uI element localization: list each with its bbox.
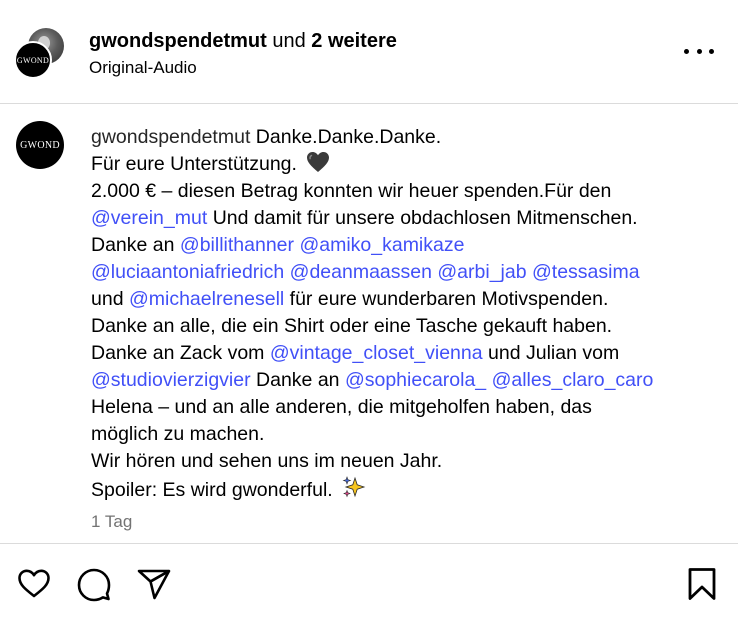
heart-icon — [18, 569, 50, 598]
mention-link[interactable]: @amiko_kamikaze — [299, 234, 464, 256]
share-button[interactable] — [136, 566, 172, 602]
caption-text: Spoiler: Es wird gwonderful. — [91, 479, 333, 501]
mention-link[interactable]: @michaelrenesell — [129, 288, 284, 310]
post-header: GWOND gwondspendetmut und 2 weitere Orig… — [0, 0, 738, 104]
caption-line: Danke an Zack vom @vintage_closet_vienna… — [91, 340, 721, 367]
caption-line: 2.000 € – diesen Betrag konnten wir heue… — [91, 178, 721, 205]
caption-line: @verein_mut Und damit für unsere obdachl… — [91, 205, 721, 232]
post-timestamp[interactable]: 1 Tag — [91, 512, 132, 532]
caption-avatar[interactable]: GWOND — [16, 121, 64, 169]
caption-text: und — [91, 288, 124, 310]
caption-avatar-logo-text: GWOND — [20, 139, 60, 151]
bookmark-icon — [688, 568, 716, 600]
caption-text: 2.000 € – diesen Betrag konnten wir heue… — [91, 180, 612, 202]
mention-link[interactable]: @verein_mut — [91, 207, 207, 229]
mention-link[interactable]: @deanmaassen — [290, 261, 432, 283]
collab-avatars[interactable]: GWOND — [14, 28, 66, 80]
caption-line: Helena – und an alle anderen, die mitgeh… — [91, 394, 721, 421]
caption-text: Und damit für unsere obdachlosen Mitmens… — [212, 207, 638, 229]
caption-text: Wir hören und sehen uns im neuen Jahr. — [91, 450, 443, 472]
caption-line: gwondspendetmut Danke.Danke.Danke. — [91, 124, 721, 151]
audio-link[interactable]: Original-Audio — [89, 57, 197, 79]
comment-icon — [77, 568, 111, 602]
caption-line: Für eure Unterstützung. — [91, 151, 721, 178]
more-horizontal-icon — [684, 48, 689, 54]
post-caption: gwondspendetmut Danke.Danke.Danke. Für e… — [91, 124, 721, 502]
caption-line: Danke an alle, die ein Shirt oder eine T… — [91, 313, 721, 340]
divider — [0, 543, 738, 544]
more-options-button[interactable] — [684, 38, 714, 64]
like-button[interactable] — [16, 566, 52, 602]
mention-link[interactable]: @alles_claro_caro — [492, 369, 654, 391]
more-dot — [709, 48, 714, 54]
caption-text: für eure wunderbaren Motivspenden. — [289, 288, 609, 310]
mention-link[interactable]: @sophiecarola_ — [345, 369, 486, 391]
caption-text: Danke.Danke.Danke. — [255, 126, 442, 148]
caption-text: und Julian vom — [488, 342, 620, 364]
caption-line: Wir hören und sehen uns im neuen Jahr. — [91, 448, 721, 475]
author-avatar[interactable]: GWOND — [14, 41, 52, 79]
send-icon — [137, 569, 171, 600]
mention-link[interactable]: @vintage_closet_vienna — [270, 342, 483, 364]
caption-text: Danke an — [256, 369, 340, 391]
caption-text: Danke an — [91, 234, 175, 256]
caption-line: und @michaelrenesell für eure wunderbare… — [91, 286, 721, 313]
mention-link[interactable]: @luciaantoniafriedrich — [91, 261, 284, 283]
black-heart-emoji — [306, 151, 330, 181]
author-connector: und — [272, 30, 306, 52]
caption-line: @luciaantoniafriedrich @deanmaassen @arb… — [91, 259, 721, 286]
avatar-logo-text: GWOND — [16, 55, 50, 65]
mention-link[interactable]: @arbi_jab — [437, 261, 526, 283]
mention-link[interactable]: @billithanner — [180, 234, 294, 256]
author-line: gwondspendetmut und 2 weitere — [89, 29, 397, 53]
more-dot — [696, 48, 702, 54]
caption-text: Danke an alle, die ein Shirt oder eine T… — [91, 315, 613, 337]
save-button[interactable] — [684, 566, 720, 602]
mention-link[interactable]: @studiovierzigvier — [91, 369, 251, 391]
caption-line: möglich zu machen. — [91, 421, 721, 448]
sparkles-emoji — [342, 475, 366, 507]
comment-button[interactable] — [76, 566, 112, 602]
caption-text: Danke an Zack vom — [91, 342, 265, 364]
caption-text: möglich zu machen. — [91, 423, 265, 445]
mention-link[interactable]: @tessasima — [532, 261, 640, 283]
caption-text: Helena – und an alle anderen, die mitgeh… — [91, 396, 592, 418]
caption-username[interactable]: gwondspendetmut — [91, 126, 250, 148]
caption-line: Spoiler: Es wird gwonderful. — [91, 475, 721, 502]
caption-line: Danke an @billithanner @amiko_kamikaze — [91, 232, 721, 259]
caption-text: Für eure Unterstützung. — [91, 153, 297, 175]
others-link[interactable]: 2 weitere — [311, 30, 397, 52]
caption-line: @studiovierzigvier Danke an @sophiecarol… — [91, 367, 721, 394]
author-username[interactable]: gwondspendetmut — [89, 30, 267, 52]
